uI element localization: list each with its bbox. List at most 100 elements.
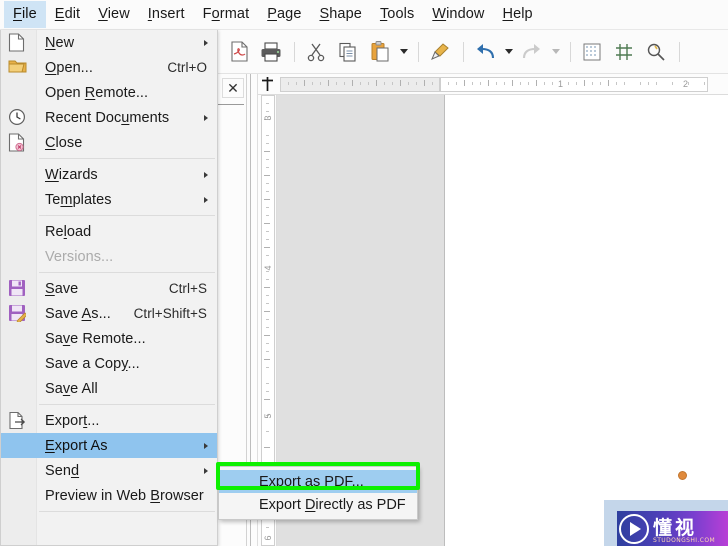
menu-item-recent-documents[interactable]: Recent Documents (1, 105, 217, 130)
menubar-item-insert[interactable]: Insert (139, 1, 194, 28)
menu-item-label: izards (58, 166, 98, 183)
menu-item-open-remote[interactable]: Open Remote... (1, 80, 217, 105)
menu-item-save-all[interactable]: Save All (1, 376, 217, 401)
menu-item-label: Versions... (45, 248, 114, 265)
menubar-item-format[interactable]: Format (194, 1, 259, 28)
menu-item-label: Save All (45, 380, 98, 397)
ruler-number: 2 (683, 79, 689, 89)
menu-item-save-a-copy[interactable]: Save a Copy... (1, 351, 217, 376)
ruler-number: 6 (263, 535, 273, 541)
menubar-item-file[interactable]: File (4, 1, 46, 28)
menu-item-label: Open (45, 84, 85, 101)
clone-formatting-icon[interactable] (425, 37, 455, 67)
zoom-icon[interactable] (641, 37, 671, 67)
menu-item-label: Export... (45, 412, 100, 429)
menu-item-label: Send (45, 462, 80, 479)
export-icon (8, 411, 28, 430)
menu-item-versions: Versions... (1, 244, 217, 269)
ruler-number: 1 (558, 79, 564, 89)
submenu-item-export-directly-as-pdf[interactable]: Export Directly as PDF (219, 493, 417, 516)
menubar-item-tools[interactable]: Tools (371, 1, 423, 28)
snap-to-grid-icon[interactable] (609, 37, 639, 67)
menu-item-templates[interactable]: Templates (1, 187, 217, 212)
menu-item-label: Save a Copy... (45, 355, 140, 372)
menu-item-label: Save Remote... (45, 330, 146, 347)
menu-item-label: Reload (45, 223, 92, 240)
paste-dropdown-caret[interactable] (397, 37, 410, 67)
menu-shortcut: Ctrl+Shift+S (133, 306, 207, 321)
toolbar-separator (570, 41, 571, 62)
export-as-submenu: Export as PDF... Export Directly as PDF (218, 466, 418, 520)
watermark-logo: 懂视 STUDONGSHI.COM (617, 511, 728, 546)
standard-toolbar (218, 30, 728, 74)
clock-icon (8, 108, 28, 127)
toolbar-separator (418, 41, 419, 62)
ruler-number: 5 (263, 413, 273, 419)
menubar-item-window[interactable]: Window (423, 1, 493, 28)
menu-item-label: Save As... (45, 305, 111, 322)
menu-item-export-as[interactable]: Export As (1, 433, 217, 458)
menu-item-export[interactable]: Export... (1, 408, 217, 433)
display-grid-icon[interactable] (577, 37, 607, 67)
menu-item-save-remote[interactable]: Save Remote... (1, 326, 217, 351)
horizontal-ruler[interactable]: 1 2 (258, 74, 728, 95)
ruler-number: 3 (263, 115, 273, 121)
panel-divider (218, 104, 244, 105)
export-pdf-icon[interactable] (224, 37, 254, 67)
menu-item-wizards[interactable]: Wizards (1, 162, 217, 187)
menu-item-save[interactable]: Save Ctrl+S (1, 276, 217, 301)
menu-shortcut: Ctrl+S (168, 281, 207, 296)
chevron-right-icon (204, 442, 208, 449)
chevron-right-icon (204, 196, 208, 203)
save-as-icon (8, 304, 28, 324)
menu-separator (1, 269, 217, 276)
undo-icon[interactable] (470, 37, 500, 67)
chevron-right-icon (204, 467, 208, 474)
ruler-number: 4 (263, 265, 273, 271)
menu-item-label: Preview in Web Browser (45, 487, 204, 504)
close-icon[interactable]: ✕ (222, 78, 244, 98)
toolbar-separator (463, 41, 464, 62)
copy-icon[interactable] (333, 37, 363, 67)
menu-item-send[interactable]: Send (1, 458, 217, 483)
menu-item-label: ave (54, 280, 79, 297)
open-folder-icon (8, 58, 28, 77)
menu-item-label: ew (55, 34, 75, 51)
print-icon[interactable] (256, 37, 286, 67)
new-document-icon (8, 33, 28, 52)
menubar-item-page[interactable]: Page (258, 1, 310, 28)
menu-bar: File Edit View Insert Format Page Shape … (0, 0, 728, 30)
menu-item-reload[interactable]: Reload (1, 219, 217, 244)
menu-item-open[interactable]: Open... Ctrl+O (1, 55, 217, 80)
redo-dropdown-caret[interactable] (549, 37, 562, 67)
menu-separator (1, 155, 217, 162)
submenu-item-export-as-pdf[interactable]: Export as PDF... (219, 470, 417, 493)
toolbar-separator (679, 41, 680, 62)
file-menu-dropdown: New Open... Ctrl+O Open Remote... Recent… (0, 30, 218, 546)
submenu-item-label: xport as PDF... (268, 473, 364, 490)
menubar-item-shape[interactable]: Shape (310, 1, 370, 28)
toolbar-separator (294, 41, 295, 62)
menu-shortcut: Ctrl+O (167, 60, 207, 75)
chevron-right-icon (204, 114, 208, 121)
menu-item-save-as[interactable]: Save As... Ctrl+Shift+S (1, 301, 217, 326)
menubar-item-edit[interactable]: Edit (46, 1, 89, 28)
canvas-shape-handle[interactable] (678, 471, 687, 480)
menu-separator (1, 401, 217, 408)
menu-item-label: xport As (54, 437, 108, 454)
cut-icon[interactable] (301, 37, 331, 67)
save-icon (8, 279, 28, 298)
ruler-origin-icon (258, 74, 276, 94)
play-circle-icon (619, 513, 649, 544)
menu-item-new[interactable]: New (1, 30, 217, 55)
menubar-item-view[interactable]: View (89, 1, 139, 28)
menu-item-preview-in-web-browser[interactable]: Preview in Web Browser (1, 483, 217, 508)
paste-icon[interactable] (365, 37, 395, 67)
menu-item-label: lose (55, 134, 83, 151)
menubar-item-help[interactable]: Help (493, 1, 541, 28)
undo-dropdown-caret[interactable] (502, 37, 515, 67)
menu-separator (1, 212, 217, 219)
chevron-right-icon (204, 39, 208, 46)
redo-icon[interactable] (517, 37, 547, 67)
menu-item-close[interactable]: Close (1, 130, 217, 155)
